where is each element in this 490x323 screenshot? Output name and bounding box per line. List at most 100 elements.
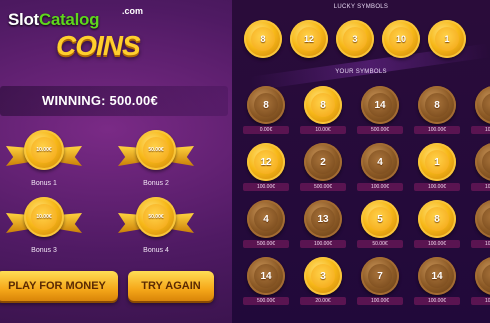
symbol-coin: 14 (418, 257, 456, 295)
bonus-coin: 10.00€ (24, 197, 64, 237)
symbol-cell[interactable]: 12 100.00€ (240, 141, 294, 197)
symbol-cell[interactable]: 8 100.00€ (411, 198, 465, 254)
lucky-symbol-coin: 8 (244, 20, 282, 58)
bonus-4: 50.00€ Bonus 4 (118, 197, 194, 263)
symbol-number: 8 (481, 263, 490, 289)
symbol-prize: 0.00€ (243, 126, 289, 134)
symbol-prize: 100.00€ (471, 126, 490, 134)
symbol-prize: 20.00€ (300, 297, 346, 305)
symbol-coin: 3 (304, 257, 342, 295)
symbol-cell[interactable]: 14 500.00€ (240, 255, 294, 311)
lucky-symbols-row: 8 12 3 10 1 (240, 20, 490, 62)
symbol-number: 13 (310, 206, 336, 232)
game-title: COINS (56, 30, 141, 61)
symbol-cell[interactable]: 5 50.00€ (354, 198, 408, 254)
symbol-prize: 100.00€ (471, 240, 490, 248)
symbol-coin: 5 (475, 200, 490, 238)
symbol-coin: 8 (304, 86, 342, 124)
lucky-symbol-coin: 3 (336, 20, 374, 58)
symbol-coin: 13 (304, 200, 342, 238)
symbol-coin: 4 (247, 200, 285, 238)
symbol-number: 8 (481, 149, 490, 175)
symbol-prize: 100.00€ (357, 183, 403, 191)
symbol-number: 12 (253, 149, 279, 175)
watermark-com: .com (122, 6, 144, 16)
lucky-symbol-coin: 12 (290, 20, 328, 58)
bonus-coin: 10.00€ (24, 130, 64, 170)
symbol-cell[interactable]: 3 20.00€ (297, 255, 351, 311)
symbol-prize: 500.00€ (357, 126, 403, 134)
lucky-symbol-number: 8 (250, 26, 276, 52)
symbol-cell[interactable]: 9 100.00€ (468, 84, 490, 140)
bonus-label: Bonus 3 (31, 247, 57, 254)
logo: SlotCatalog .com COINS (0, 0, 150, 80)
symbol-number: 7 (367, 263, 393, 289)
symbol-coin: 5 (361, 200, 399, 238)
play-for-money-button[interactable]: PLAY FOR MONEY (0, 271, 118, 301)
lucky-symbol-number: 1 (434, 26, 460, 52)
symbol-number: 1 (424, 149, 450, 175)
bonus-label: Bonus 4 (143, 247, 169, 254)
symbol-cell[interactable]: 4 100.00€ (354, 141, 408, 197)
symbol-prize: 100.00€ (414, 126, 460, 134)
symbol-cell[interactable]: 8 100.00€ (468, 141, 490, 197)
symbol-number: 14 (253, 263, 279, 289)
bonus-1: 10.00€ Bonus 1 (6, 130, 82, 196)
symbol-cell[interactable]: 13 100.00€ (297, 198, 351, 254)
winning-label: WINNING: 500.00€ (42, 93, 158, 108)
symbol-cell[interactable]: 5 100.00€ (468, 198, 490, 254)
bonus-label: Bonus 1 (31, 180, 57, 187)
bonus-label: Bonus 2 (143, 180, 169, 187)
symbol-coin: 8 (247, 86, 285, 124)
symbol-coin: 9 (475, 86, 490, 124)
your-symbols-title: YOUR SYMBOLS (335, 69, 387, 75)
symbol-prize: 500.00€ (300, 183, 346, 191)
symbol-cell[interactable]: 14 100.00€ (411, 255, 465, 311)
symbol-cell[interactable]: 8 0.00€ (240, 84, 294, 140)
symbol-number: 8 (424, 92, 450, 118)
symbol-prize: 10.00€ (300, 126, 346, 134)
symbol-coin: 7 (361, 257, 399, 295)
symbol-cell[interactable]: 14 500.00€ (354, 84, 408, 140)
symbol-cell[interactable]: 8 10.00€ (297, 84, 351, 140)
symbol-coin: 8 (418, 200, 456, 238)
symbol-prize: 50.00€ (357, 240, 403, 248)
lucky-symbol-number: 3 (342, 26, 368, 52)
symbol-prize: 100.00€ (357, 297, 403, 305)
symbol-cell[interactable]: 1 100.00€ (411, 141, 465, 197)
symbol-coin: 1 (418, 143, 456, 181)
symbol-prize: 100.00€ (414, 240, 460, 248)
symbol-cell[interactable]: 4 500.00€ (240, 198, 294, 254)
bonus-value: 50.00€ (143, 204, 169, 230)
symbol-prize: 100.00€ (414, 297, 460, 305)
symbol-number: 14 (367, 92, 393, 118)
symbol-prize: 500.00€ (243, 240, 289, 248)
symbol-prize: 100.00€ (300, 240, 346, 248)
symbol-coin: 2 (304, 143, 342, 181)
symbol-number: 9 (481, 92, 490, 118)
try-again-button[interactable]: TRY AGAIN (128, 271, 214, 301)
symbol-cell[interactable]: 7 100.00€ (354, 255, 408, 311)
lucky-symbol-coin: 10 (382, 20, 420, 58)
symbol-prize: 100.00€ (414, 183, 460, 191)
symbol-number: 8 (424, 206, 450, 232)
symbol-cell[interactable]: 8 100.00€ (468, 255, 490, 311)
symbol-coin: 8 (418, 86, 456, 124)
symbol-number: 8 (310, 92, 336, 118)
symbol-coin: 14 (247, 257, 285, 295)
symbol-cell[interactable]: 2 500.00€ (297, 141, 351, 197)
bonus-value: 10.00€ (31, 204, 57, 230)
symbol-cell[interactable]: 8 100.00€ (411, 84, 465, 140)
symbol-number: 8 (253, 92, 279, 118)
lucky-symbols-title: LUCKY SYMBOLS (333, 4, 389, 10)
symbol-prize: 500.00€ (243, 297, 289, 305)
symbol-coin: 4 (361, 143, 399, 181)
game-screen: SlotCatalog .com COINS WINNING: 500.00€ … (0, 0, 490, 323)
symbol-number: 4 (253, 206, 279, 232)
watermark-catalog: Catalog (38, 10, 100, 29)
bonus-coin: 50.00€ (136, 130, 176, 170)
bonus-value: 50.00€ (143, 137, 169, 163)
symbol-prize: 100.00€ (243, 183, 289, 191)
symbol-prize: 100.00€ (471, 297, 490, 305)
symbol-number: 14 (424, 263, 450, 289)
